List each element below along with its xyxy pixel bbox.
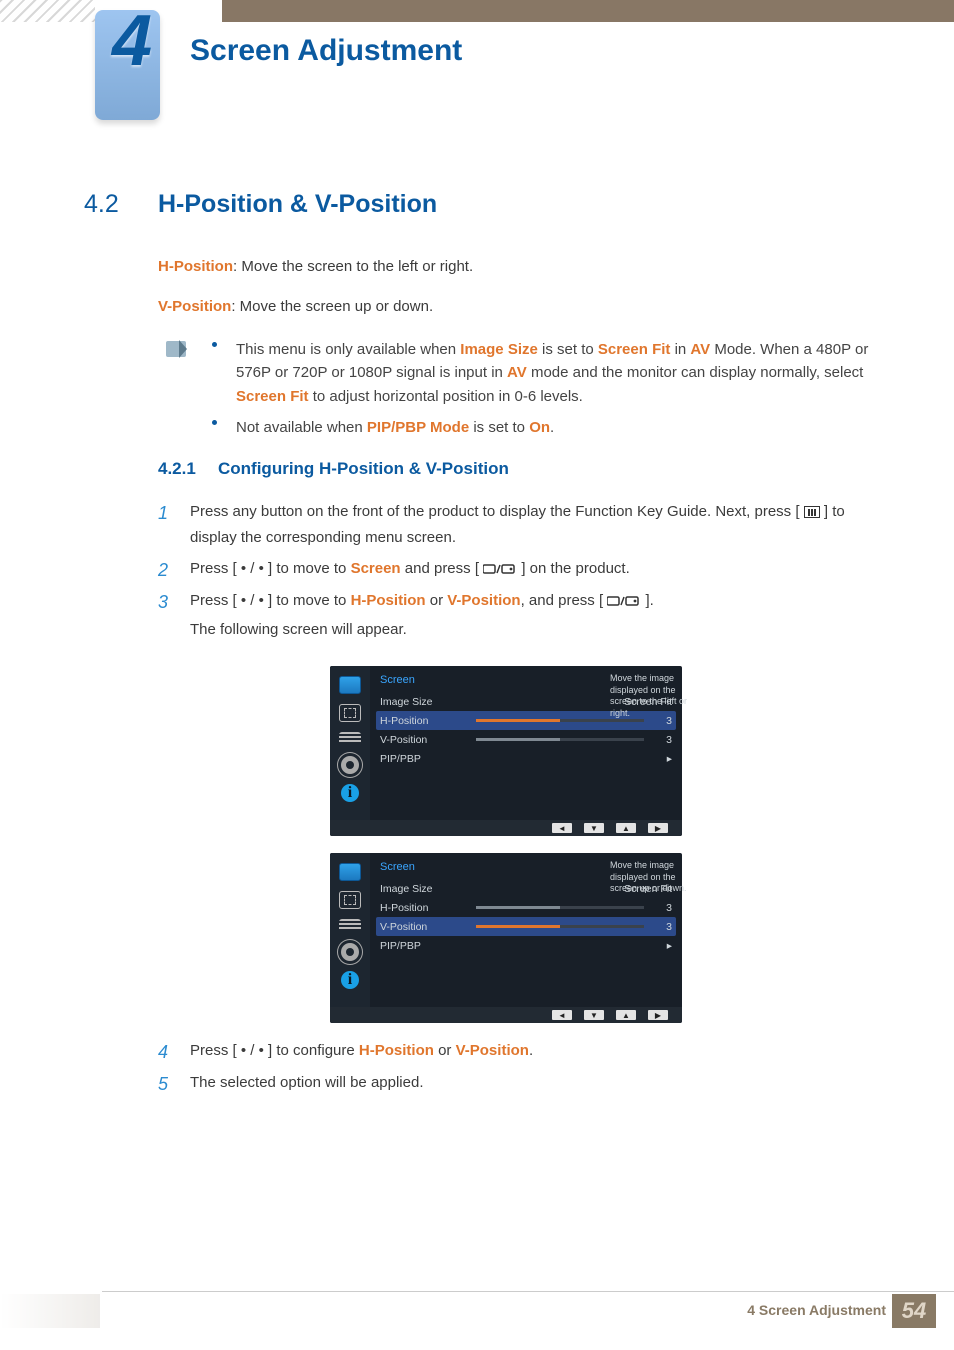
h-position-key: H-Position [158,258,233,275]
info-icon: i [341,784,359,802]
note-2: Not available when PIP/PBP Mode is set t… [236,416,870,439]
row-h-position: H-Position 3 [380,898,672,917]
section-title: H-Position & V-Position [158,190,437,219]
step-5: 5 The selected option will be applied. [158,1070,870,1096]
h-position-text: : Move the screen to the left or right. [233,258,473,275]
lines-icon [339,732,361,746]
intro-v-position: V-Position: Move the screen up or down. [158,296,872,319]
enter-icon [483,562,517,576]
footer-rule [102,1291,954,1292]
nav-left-icon: ◄ [552,1010,572,1020]
header-hatch [0,0,95,22]
bullet-icon [212,342,217,347]
display-icon [339,863,361,881]
nav-right-icon: ▶ [648,1010,668,1020]
osd-hint-1: Move the image displayed on the screen t… [610,673,696,720]
size-icon [339,704,361,722]
menu-icon [804,506,820,518]
subsection-title: Configuring H-Position & V-Position [218,459,509,479]
bullet-icon [212,420,217,425]
footer-accent [0,1294,100,1328]
nav-left-icon: ◄ [552,823,572,833]
size-icon [339,891,361,909]
step-3: 3 Press [ • / • ] to move to H-Position … [158,588,870,643]
gear-icon [341,756,359,774]
osd-sidebar: i [330,853,370,1007]
gear-icon [341,943,359,961]
osd-footer: ◄ ▼ ▲ ▶ [330,820,682,836]
step-1: 1 Press any button on the front of the p… [158,499,870,550]
chapter-title: Screen Adjustment [190,34,462,68]
osd-footer: ◄ ▼ ▲ ▶ [330,1007,682,1023]
subsection-number: 4.2.1 [158,459,196,479]
note-list: This menu is only available when Image S… [236,338,870,447]
intro-h-position: H-Position: Move the screen to the left … [158,256,872,279]
row-v-position: V-Position 3 [380,730,672,749]
osd-hint-2: Move the image displayed on the screen u… [610,860,696,895]
info-icon: i [341,971,359,989]
steps-continued: 4 Press [ • / • ] to configure H-Positio… [158,1038,870,1101]
steps: 1 Press any button on the front of the p… [158,499,870,649]
footer-label: 4 Screen Adjustment [747,1302,886,1318]
step-4: 4 Press [ • / • ] to configure H-Positio… [158,1038,870,1064]
note-pen-icon [166,341,186,357]
row-v-position: V-Position 3 [376,917,676,936]
v-position-key: V-Position [158,298,231,315]
nav-down-icon: ▼ [584,823,604,833]
osd-sidebar: i [330,666,370,820]
nav-right-icon: ▶ [648,823,668,833]
section-number: 4.2 [84,190,119,219]
row-pip-pbp: PIP/PBP ▸ [380,936,672,955]
footer-page: 54 [892,1294,936,1328]
enter-icon [607,594,641,608]
nav-down-icon: ▼ [584,1010,604,1020]
chapter-number: 4 [112,0,152,82]
lines-icon [339,919,361,933]
top-brown-bar [222,0,954,22]
display-icon [339,676,361,694]
step-3-follow: The following screen will appear. [190,617,870,643]
row-pip-pbp: PIP/PBP ▸ [380,749,672,768]
chapter-block: 4 [95,10,160,120]
nav-up-icon: ▲ [616,1010,636,1020]
note-1: This menu is only available when Image S… [236,338,870,408]
step-2: 2 Press [ • / • ] to move to Screen and … [158,556,870,582]
v-position-text: : Move the screen up or down. [231,298,433,315]
nav-up-icon: ▲ [616,823,636,833]
